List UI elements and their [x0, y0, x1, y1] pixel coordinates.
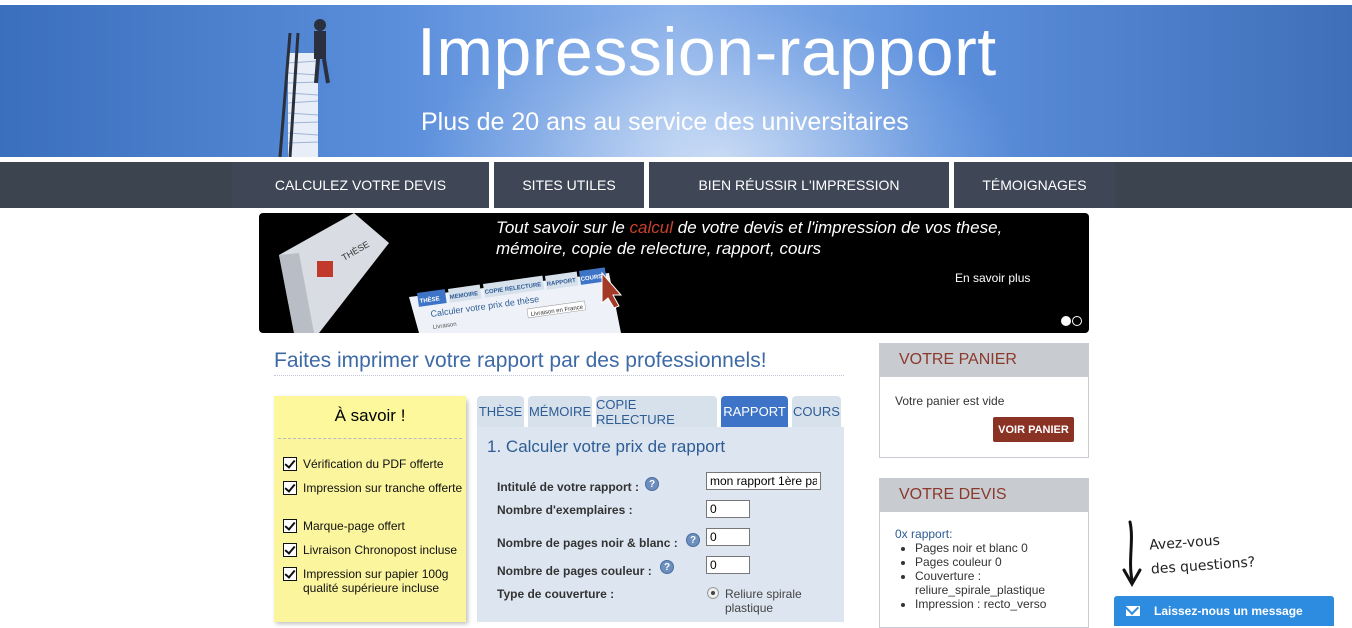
quote-detail-item: Pages noir et blanc 0	[915, 541, 1085, 555]
note-item: Livraison Chronopost incluse	[283, 543, 463, 557]
quote-summary: 0x rapport:	[895, 527, 953, 541]
tab-cours[interactable]: COURS	[792, 396, 841, 427]
field-label-couverture: Type de couverture :	[497, 587, 615, 601]
tab-rapport[interactable]: RAPPORT	[721, 396, 788, 427]
calculator-title-text: Calculer votre prix de rapport	[505, 437, 726, 456]
calculator-title: 1. Calculer votre prix de rapport	[487, 437, 725, 457]
banner-more-link[interactable]: En savoir plus	[955, 271, 1030, 285]
nav-item-bien-reussir[interactable]: BIEN RÉUSSIR L'IMPRESSION	[649, 162, 949, 208]
quote-count: 0x	[895, 527, 908, 541]
checkbox-checked-icon	[283, 457, 297, 471]
chat-prompt-note: Avez-vous des questions?	[1148, 526, 1256, 581]
quote-box: VOTRE DEVIS 0x rapport: Pages noir et bl…	[879, 478, 1089, 628]
quote-details: Pages noir et blanc 0 Pages couleur 0 Co…	[915, 541, 1085, 611]
bw-pages-input[interactable]	[706, 528, 750, 546]
cover-radio-spirale[interactable]	[707, 587, 719, 599]
quote-detail-item: Pages couleur 0	[915, 555, 1085, 569]
note-item-text: Vérification du PDF offerte	[303, 457, 444, 471]
site-header: Impression-rapport Plus de 20 ans au ser…	[0, 5, 1352, 157]
calculator-step: 1.	[487, 437, 502, 456]
report-title-input[interactable]	[706, 472, 821, 490]
paper-stack-illustration	[278, 19, 330, 157]
site-title: Impression-rapport	[417, 14, 997, 90]
field-label-pages-nb: Nombre de pages noir & blanc :	[497, 536, 678, 550]
checkbox-checked-icon	[283, 567, 297, 581]
cart-box: VOTRE PANIER Votre panier est vide VOIR …	[879, 343, 1089, 458]
site-subtitle: Plus de 20 ans au service des universita…	[421, 108, 909, 136]
note-item: Impression sur tranche offerte	[283, 481, 463, 495]
cart-empty-text: Votre panier est vide	[895, 394, 1005, 408]
field-label-exemplaires: Nombre d'exemplaires :	[497, 503, 633, 517]
view-cart-button[interactable]: VOIR PANIER	[993, 417, 1074, 442]
hand-drawn-arrow-icon	[1122, 520, 1142, 588]
promo-banner[interactable]: THÈSE THÈSE MEMOIRE COPIE RELECTURE RAPP…	[259, 213, 1089, 333]
banner-text-highlight: calcul	[629, 218, 674, 237]
note-item-text: Livraison Chronopost incluse	[303, 543, 458, 557]
help-icon[interactable]: ?	[660, 560, 674, 574]
page-title: Faites imprimer votre rapport par des pr…	[274, 349, 767, 372]
nav-item-temoignages[interactable]: TÉMOIGNAGES	[954, 162, 1115, 208]
field-label-intitule: Intitulé de votre rapport :	[497, 480, 640, 494]
note-item-text: Impression sur papier 100g qualité supér…	[303, 567, 449, 595]
copies-input[interactable]	[706, 500, 750, 518]
banner-text-part: Tout savoir sur le	[496, 218, 630, 237]
nav-item-sites-utiles[interactable]: SITES UTILES	[494, 162, 644, 208]
note-divider	[278, 438, 462, 439]
price-calculator: 1. Calculer votre prix de rapport Intitu…	[477, 427, 844, 622]
tab-these[interactable]: THÈSE	[477, 396, 524, 427]
nav-item-calculez-devis[interactable]: CALCULEZ VOTRE DEVIS	[232, 162, 489, 208]
main-nav: CALCULEZ VOTRE DEVIS SITES UTILES BIEN R…	[0, 162, 1352, 208]
cover-option-label: Reliure spirale plastique	[725, 587, 802, 615]
note-item: Impression sur papier 100g qualité supér…	[283, 567, 463, 595]
checkbox-checked-icon	[283, 481, 297, 495]
note-item: Marque-page offert	[283, 519, 463, 533]
note-header: À savoir !	[274, 396, 466, 438]
title-divider	[274, 375, 844, 376]
quote-detail-item: Impression : recto_verso	[915, 597, 1085, 611]
quote-detail-item: Couverture : reliure_spirale_plastique	[915, 569, 1085, 597]
quote-title: VOTRE DEVIS	[880, 479, 1088, 512]
note-item-text: Impression sur tranche offerte	[303, 481, 463, 495]
leave-message-label: Laissez-nous un message	[1154, 604, 1303, 618]
help-icon[interactable]: ?	[645, 477, 659, 491]
envelope-icon	[1126, 606, 1140, 616]
slider-dot-active[interactable]	[1061, 316, 1071, 326]
tab-copie-relecture[interactable]: COPIE RELECTURE	[596, 396, 717, 427]
tab-memoire[interactable]: MÉMOIRE	[528, 396, 592, 427]
info-sticky-note: À savoir ! Vérification du PDF offerte I…	[274, 396, 466, 622]
note-item-text: Marque-page offert	[303, 519, 405, 533]
cart-title: VOTRE PANIER	[880, 344, 1088, 377]
field-label-pages-couleur: Nombre de pages couleur :	[497, 564, 652, 578]
quote-product: rapport	[911, 527, 950, 541]
checkbox-checked-icon	[283, 543, 297, 557]
note-title: À savoir !	[334, 406, 406, 425]
checkbox-checked-icon	[283, 519, 297, 533]
note-item: Vérification du PDF offerte	[283, 457, 463, 471]
slider-dot[interactable]	[1072, 316, 1082, 326]
help-icon[interactable]: ?	[686, 533, 700, 547]
banner-headline: Tout savoir sur le calcul de votre devis…	[496, 217, 1076, 259]
color-pages-input[interactable]	[706, 556, 750, 574]
